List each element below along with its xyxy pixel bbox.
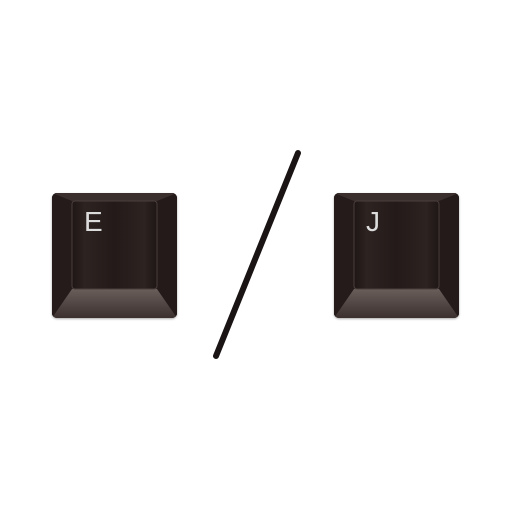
keycap-bevel	[52, 193, 177, 318]
j-key[interactable]: J	[334, 193, 459, 318]
e-key[interactable]: E	[52, 193, 177, 318]
key-legend: J	[366, 206, 380, 237]
key-legend: E	[84, 206, 103, 237]
keycap-bevel	[334, 193, 459, 318]
